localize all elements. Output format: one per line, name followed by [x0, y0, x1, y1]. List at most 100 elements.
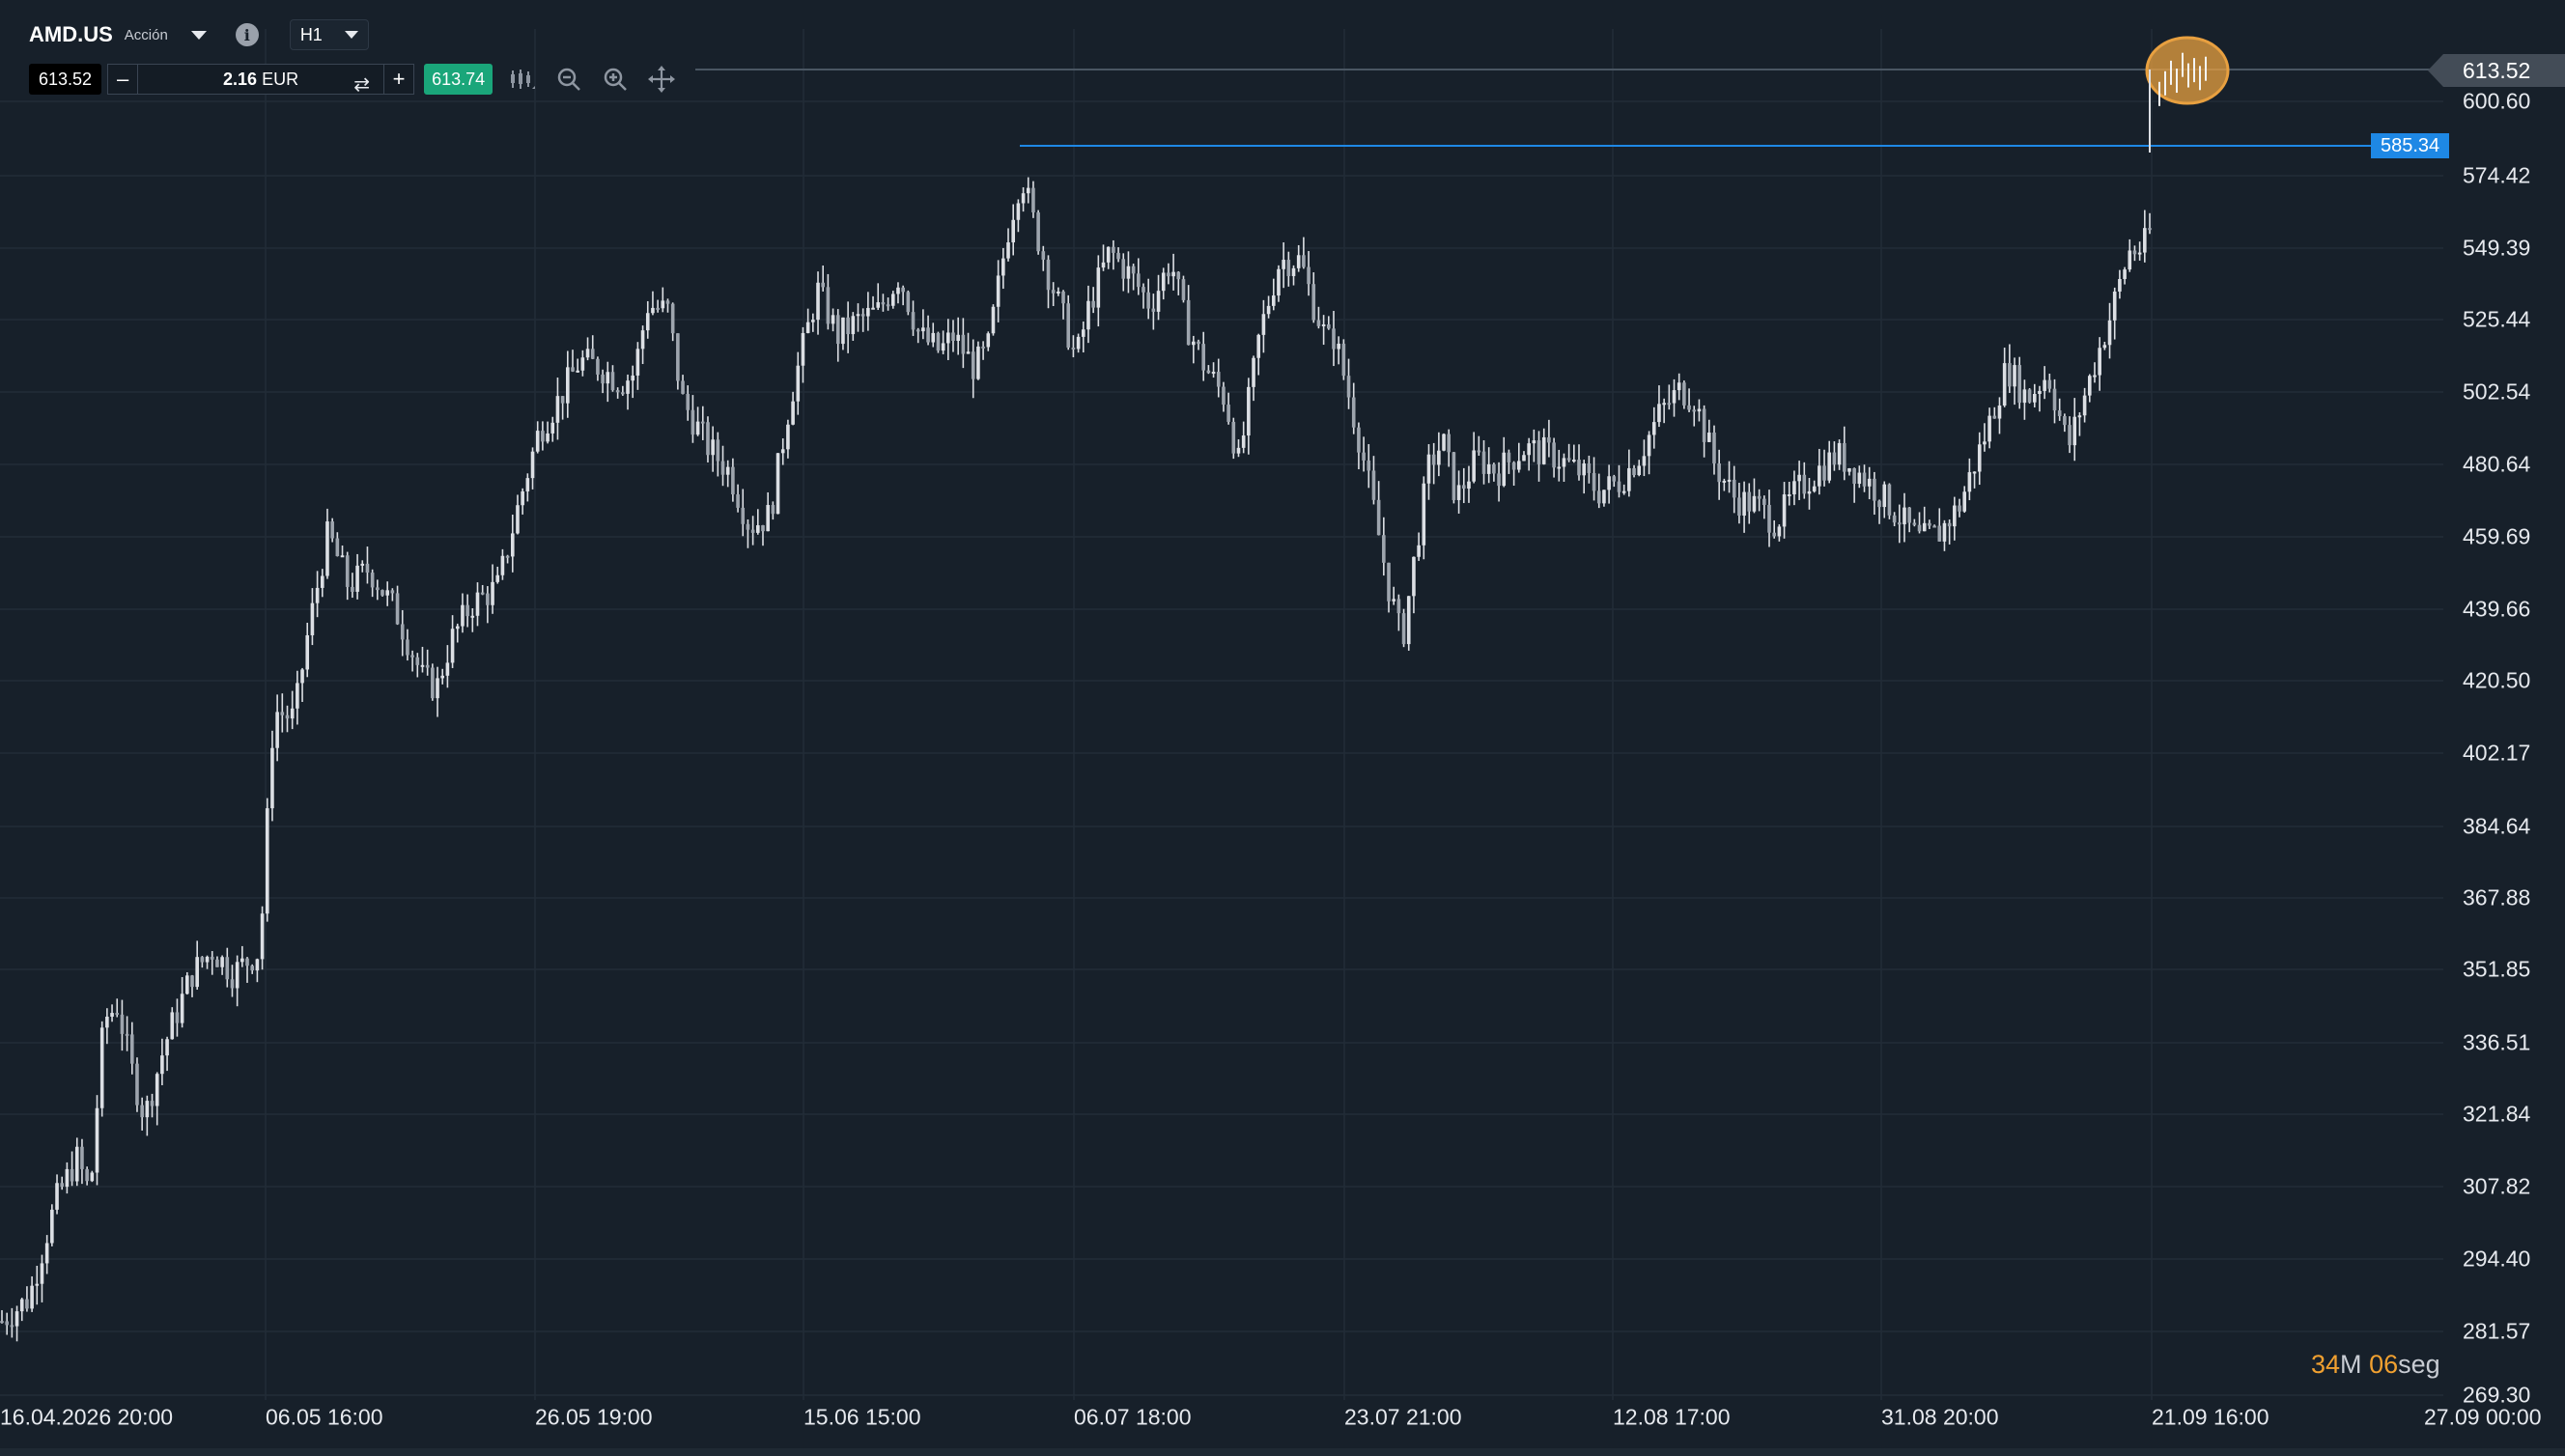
symbol-name[interactable]: AMD.US: [29, 22, 113, 47]
candle: [205, 955, 210, 969]
time-axis-label: 27.09 00:00: [2424, 1404, 2542, 1430]
candle: [1947, 519, 1952, 545]
timeframe-select[interactable]: H1: [289, 19, 369, 50]
candle-body: [1852, 468, 1856, 485]
candle-body: [1477, 450, 1481, 453]
candle-body: [80, 1146, 84, 1169]
candle: [1511, 461, 1516, 487]
candle-body: [1096, 267, 1101, 308]
swap-icon[interactable]: ⇄: [353, 72, 370, 97]
candle: [1827, 440, 1832, 484]
candle: [1922, 506, 1927, 532]
candle-body: [1942, 522, 1947, 542]
candle: [1621, 484, 1626, 495]
candle-body: [2032, 393, 2037, 403]
candle: [90, 1170, 95, 1183]
info-icon[interactable]: i: [235, 23, 259, 46]
chart-type-icon[interactable]: [506, 64, 539, 95]
candle: [260, 906, 265, 970]
candle-body: [431, 667, 435, 699]
candle: [1547, 419, 1551, 458]
candle-body: [99, 1027, 104, 1108]
candle-body: [805, 322, 810, 333]
candle-body: [110, 1013, 114, 1017]
candle-body: [129, 1034, 134, 1064]
candle-body: [550, 422, 555, 434]
candle-body: [1983, 441, 1987, 445]
candle: [1642, 439, 1647, 477]
candle-body: [1722, 480, 1727, 483]
increase-button[interactable]: +: [383, 65, 413, 94]
candle-body: [1587, 463, 1592, 473]
candle-body: [2112, 291, 2117, 321]
quantity-stepper[interactable]: – 2.16 EUR ⇄ +: [107, 64, 415, 96]
candle: [19, 1298, 24, 1322]
candle-body: [991, 306, 996, 334]
candle-body: [35, 1283, 40, 1286]
candle: [1456, 470, 1461, 514]
candle: [1762, 495, 1766, 519]
candle-body: [700, 421, 705, 424]
candle-body: [1507, 452, 1511, 462]
candle-body: [1236, 447, 1241, 454]
candle: [1983, 423, 1987, 452]
candle-body: [1367, 460, 1371, 471]
decrease-button[interactable]: –: [108, 65, 139, 94]
candle-body: [2148, 228, 2152, 231]
candle-body: [1807, 490, 1812, 494]
candle: [1146, 278, 1150, 320]
quantity-input[interactable]: 2.16 EUR ⇄: [138, 70, 383, 96]
candle-body: [1307, 266, 1311, 285]
candle-body: [606, 372, 610, 384]
buy-button[interactable]: 613.74: [424, 64, 493, 95]
candle-body: [1607, 476, 1611, 490]
candle: [1722, 478, 1727, 491]
candle-body: [1467, 481, 1471, 490]
candle: [1632, 464, 1636, 478]
zoom-out-icon[interactable]: [552, 64, 585, 95]
horizontal-line-price-tag[interactable]: 585.34: [2371, 133, 2450, 158]
bottom-scroll-strip[interactable]: [0, 1448, 2565, 1456]
candle: [886, 297, 890, 311]
candle: [1522, 451, 1526, 462]
candle: [640, 325, 645, 365]
candle-body: [821, 282, 826, 288]
candle-body: [1137, 273, 1141, 288]
candle-body: [926, 327, 930, 343]
time-axis-label: 21.09 16:00: [2152, 1404, 2269, 1430]
candle: [866, 292, 870, 331]
candle: [1702, 405, 1706, 458]
instrument-header: AMD.US Acción i H1: [29, 17, 369, 52]
candle: [1211, 362, 1216, 378]
candle-body: [376, 587, 380, 591]
candle: [1206, 365, 1211, 375]
candle: [1507, 449, 1511, 474]
sell-button[interactable]: 613.52: [29, 64, 102, 95]
symbol-dropdown-icon[interactable]: [190, 30, 207, 40]
candle-body: [1261, 314, 1266, 335]
candle-body: [2043, 379, 2046, 391]
candle: [791, 391, 795, 426]
candle-body: [1727, 479, 1732, 482]
time-axis-label: 15.06 15:00: [803, 1404, 921, 1430]
candle-body: [981, 346, 985, 349]
candle: [1862, 464, 1867, 492]
candle: [275, 694, 279, 762]
zoom-in-icon[interactable]: [599, 64, 632, 95]
candle: [756, 509, 760, 535]
candle: [750, 516, 755, 546]
candle: [1167, 263, 1170, 285]
candle-body: [1291, 267, 1296, 276]
candle: [1151, 294, 1156, 330]
candle: [1852, 467, 1856, 503]
candle: [676, 333, 680, 390]
candle-body: [580, 357, 585, 371]
candle-body: [475, 592, 480, 616]
candle-body: [335, 538, 340, 556]
candle-body: [2098, 348, 2101, 376]
candle-body: [455, 626, 460, 630]
candle-body: [1112, 246, 1115, 253]
price-chart[interactable]: [0, 0, 2565, 1456]
move-icon[interactable]: [645, 64, 678, 95]
candle-body: [1712, 433, 1716, 463]
